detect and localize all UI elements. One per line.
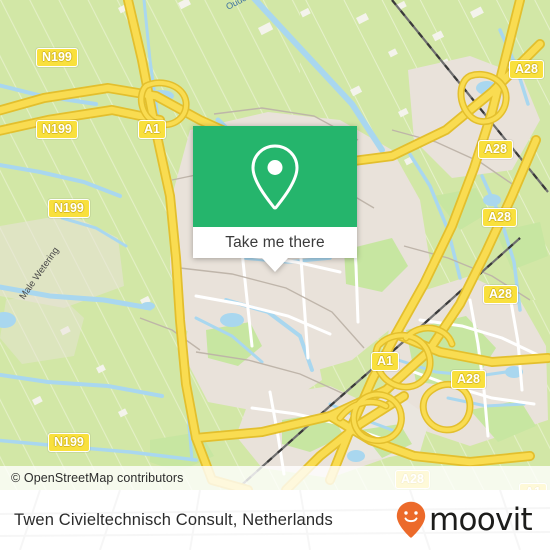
road-shield: A28 <box>482 208 517 228</box>
road-shield: A1 <box>371 352 399 372</box>
road-shield-label: A28 <box>484 142 507 156</box>
road-shield: A28 <box>509 60 544 80</box>
road-shield: N199 <box>48 433 90 453</box>
osm-attribution-bar: © OpenStreetMap contributors <box>0 466 550 490</box>
footer-bar: Twen Civieltechnisch Consult, Netherland… <box>0 490 550 550</box>
osm-attribution-text: © OpenStreetMap contributors <box>11 471 184 485</box>
road-shield-label: N199 <box>54 201 84 215</box>
moovit-wordmark: moovit <box>428 501 533 538</box>
road-shield: N199 <box>36 120 78 140</box>
road-shield-label: A28 <box>457 372 480 386</box>
road-shield-label: A28 <box>489 287 512 301</box>
road-shield-label: A1 <box>377 354 393 368</box>
road-shield: A28 <box>483 285 518 305</box>
road-shield-label: N199 <box>42 122 72 136</box>
popup-cta-label: Take me there <box>225 233 325 251</box>
popup-header <box>193 126 357 227</box>
road-shield-label: A28 <box>488 210 511 224</box>
road-shield-label: N199 <box>54 435 84 449</box>
popup-pointer-tail <box>262 258 288 272</box>
road-shield: A28 <box>478 140 513 160</box>
location-popup-card[interactable]: Take me there <box>193 126 357 272</box>
road-shield: N199 <box>36 48 78 68</box>
map-pin-icon <box>251 143 299 210</box>
road-shield: A28 <box>451 370 486 390</box>
road-shield-label: N199 <box>42 50 72 64</box>
moovit-logo[interactable]: moovit <box>396 501 533 539</box>
page-title: Twen Civieltechnisch Consult, Netherland… <box>14 510 333 529</box>
moovit-pin-smiley-icon <box>396 501 426 538</box>
road-shield: A1 <box>138 120 166 140</box>
road-shield-label: A28 <box>515 62 538 76</box>
road-shield-label: A1 <box>144 122 160 136</box>
popup-cta[interactable]: Take me there <box>193 227 357 272</box>
moovit-location-card: Oude Male Wetering N199 N199 A1 N199 A28 A28 A… <box>0 0 550 550</box>
road-shield: N199 <box>48 199 90 219</box>
